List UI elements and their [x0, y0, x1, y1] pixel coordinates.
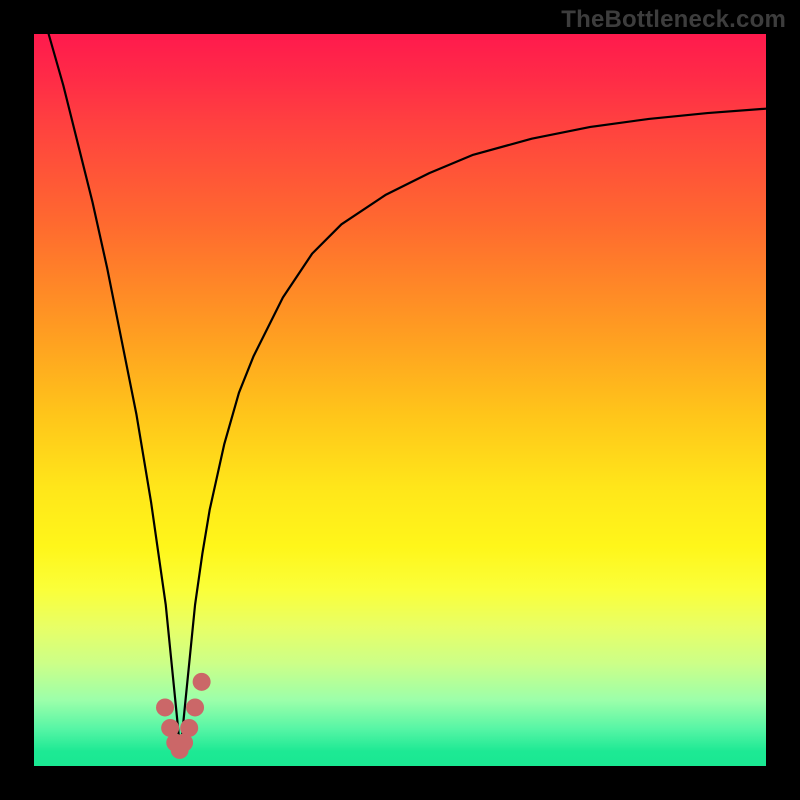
chart-svg — [34, 34, 766, 766]
marker-dot — [193, 673, 211, 691]
marker-dot — [186, 698, 204, 716]
bottleneck-curve — [49, 34, 766, 757]
chart-frame: TheBottleneck.com — [0, 0, 800, 800]
plot-area — [34, 34, 766, 766]
marker-dot — [156, 698, 174, 716]
marker-dot — [180, 719, 198, 737]
watermark-text: TheBottleneck.com — [561, 6, 786, 34]
